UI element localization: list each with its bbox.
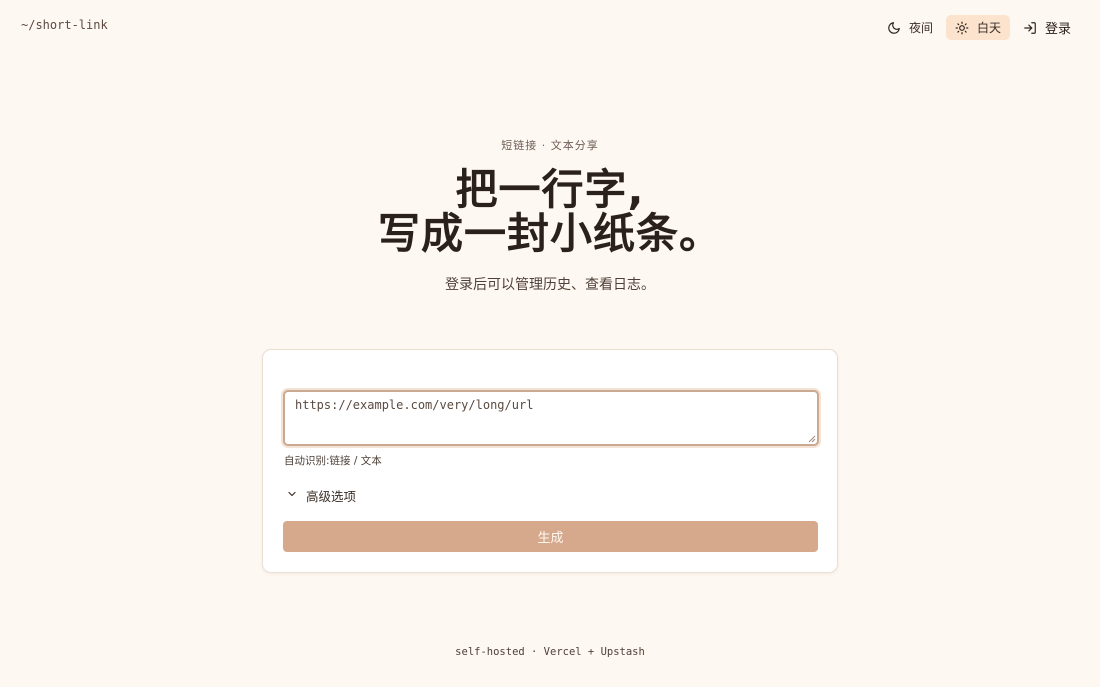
theme-night-button[interactable]: 夜间 bbox=[878, 15, 942, 40]
footer-text: self-hosted · Vercel + Upstash bbox=[455, 646, 645, 658]
login-button[interactable]: 登录 bbox=[1014, 15, 1080, 40]
hero-subtitle: 登录后可以管理历史、查看日志。 bbox=[445, 277, 655, 293]
theme-night-label: 夜间 bbox=[908, 21, 933, 35]
advanced-options-toggle[interactable]: 高级选项 bbox=[286, 486, 356, 505]
generate-button[interactable]: 生成 bbox=[283, 521, 818, 552]
resize-grip-icon[interactable] bbox=[808, 435, 816, 443]
hero-eyebrow: 短链接 · 文本分享 bbox=[501, 139, 599, 152]
theme-day-label: 白天 bbox=[976, 21, 1001, 35]
advanced-options-label: 高级选项 bbox=[306, 489, 357, 504]
url-input[interactable] bbox=[283, 390, 819, 446]
sun-icon bbox=[955, 21, 969, 35]
login-label: 登录 bbox=[1044, 22, 1071, 37]
hero-title: 把一行字, 写成一封小纸条。 bbox=[0, 168, 1100, 256]
chevron-down-icon bbox=[286, 488, 298, 503]
login-icon bbox=[1023, 21, 1037, 35]
shorten-form-card: 自动识别:链接 / 文本 高级选项 生成 bbox=[262, 349, 838, 573]
brand-logo[interactable]: ~/short-link bbox=[21, 18, 108, 32]
auto-detect-hint: 自动识别:链接 / 文本 bbox=[284, 455, 382, 467]
hero-title-line-2: 写成一封小纸条。 bbox=[377, 209, 722, 258]
moon-icon bbox=[887, 21, 901, 35]
hero-title-line-1: 把一行字, bbox=[455, 165, 645, 214]
theme-day-button[interactable]: 白天 bbox=[945, 15, 1010, 40]
top-nav: 夜间 白天 登录 bbox=[878, 15, 1080, 40]
